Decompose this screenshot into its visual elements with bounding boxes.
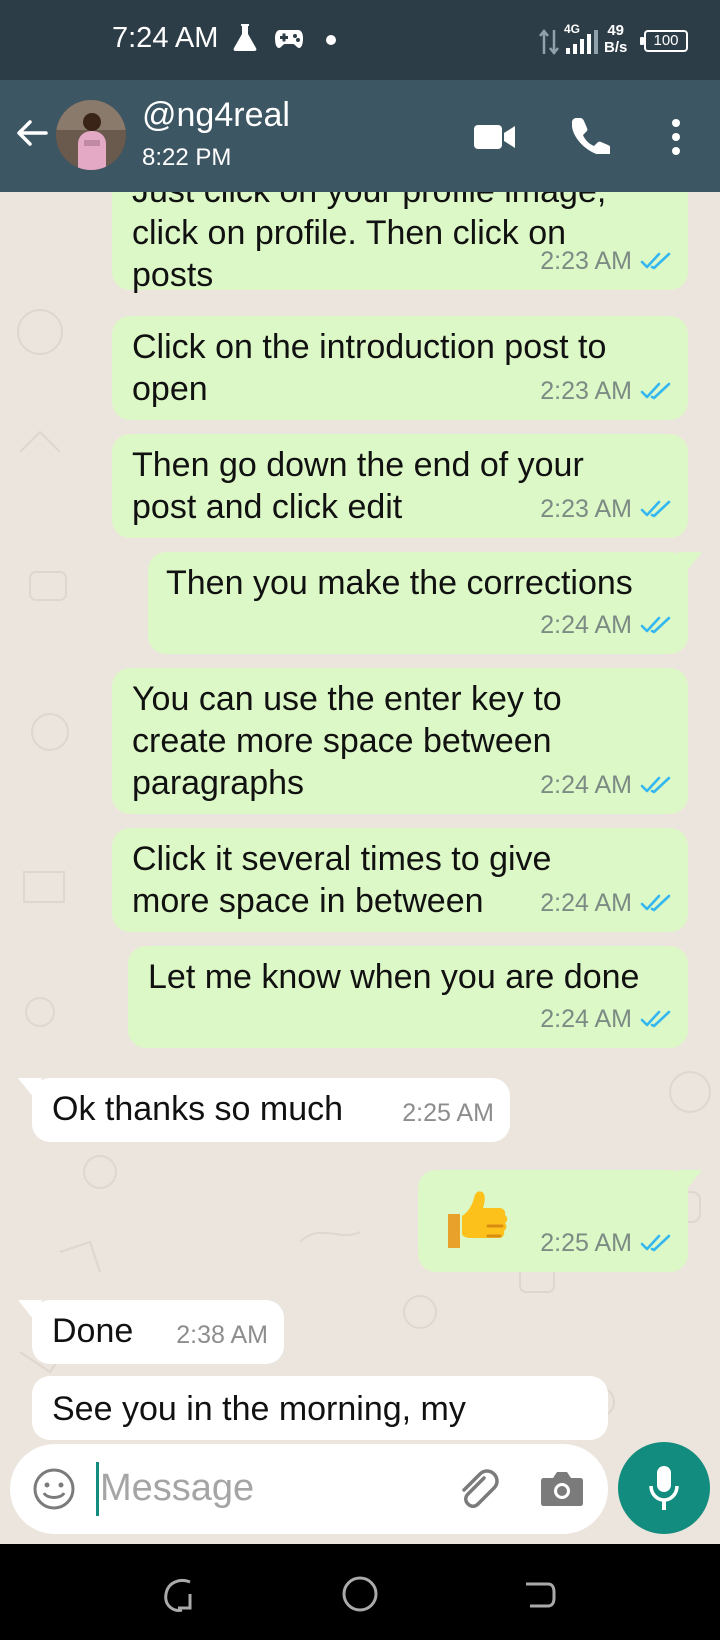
message-emoji	[440, 1182, 530, 1254]
message-meta: 2:25 AM	[402, 1092, 494, 1134]
read-ticks-icon	[640, 252, 671, 270]
mic-icon	[649, 1466, 679, 1510]
message-time: 2:24 AM	[540, 1005, 632, 1033]
compose-bar	[0, 1442, 720, 1544]
avatar[interactable]	[56, 100, 126, 170]
outgoing-message[interactable]: Then go down the end of your post and cl…	[112, 434, 688, 538]
message-meta: 2:25 AM	[540, 1222, 672, 1264]
status-time: 7:24 AM	[112, 22, 219, 54]
read-ticks-icon	[640, 776, 671, 794]
incoming-message[interactable]: Done 2:38 AM	[18, 1300, 284, 1364]
emoji-icon[interactable]	[32, 1467, 76, 1511]
chat-area[interactable]: Just click on your profile image, click …	[0, 192, 720, 1444]
outgoing-message[interactable]: Click it several times to give more spac…	[112, 828, 688, 932]
message-text: Done	[52, 1312, 134, 1350]
outgoing-message[interactable]: Click on the introduction post to open 2:…	[112, 316, 688, 420]
battery-indicator: 100	[640, 30, 688, 52]
bubble-tail	[18, 1300, 42, 1320]
outgoing-message[interactable]: Then you make the corrections 2:24 AM	[148, 552, 702, 654]
message-meta: 2:24 AM	[540, 764, 672, 806]
message-time: 2:23 AM	[540, 247, 632, 275]
message-time: 2:24 AM	[540, 771, 632, 799]
contact-name[interactable]: @ng4real	[142, 96, 290, 135]
message-input[interactable]	[100, 1458, 410, 1518]
text-cursor	[96, 1462, 99, 1516]
message-text: Ok thanks so much	[52, 1090, 344, 1128]
bubble-tail	[18, 1078, 42, 1098]
message-time: 2:23 AM	[540, 495, 632, 523]
message-time: 2:23 AM	[540, 377, 632, 405]
message-meta: 2:24 AM	[540, 604, 672, 646]
outgoing-message[interactable]: Let me know when you are done 2:24 AM	[128, 946, 688, 1048]
back-arrow-icon[interactable]	[14, 115, 50, 151]
message-meta: 2:38 AM	[176, 1314, 268, 1356]
message-time: 2:38 AM	[176, 1321, 268, 1349]
message-meta: 2:23 AM	[540, 240, 672, 282]
phone-icon[interactable]	[572, 116, 610, 154]
flask-icon	[233, 24, 257, 51]
read-ticks-icon	[640, 1234, 671, 1252]
voice-record-button[interactable]	[618, 1442, 710, 1534]
message-time: 2:24 AM	[540, 611, 632, 639]
message-meta: 2:23 AM	[540, 488, 672, 530]
outgoing-message[interactable]: You can use the enter key to create more…	[112, 668, 688, 814]
signal-icon	[566, 30, 598, 54]
message-meta: 2:23 AM	[540, 370, 672, 412]
message-box[interactable]	[10, 1444, 608, 1534]
read-ticks-icon	[640, 500, 671, 518]
read-ticks-icon	[640, 382, 671, 400]
video-call-icon[interactable]	[474, 122, 516, 152]
chat-header: @ng4real 8:22 PM	[0, 80, 720, 192]
recent-apps-icon[interactable]	[160, 1574, 200, 1614]
message-time: 2:25 AM	[402, 1099, 494, 1127]
message-meta: 2:24 AM	[540, 882, 672, 924]
outgoing-message[interactable]: Just click on your profile image, click …	[112, 192, 688, 294]
system-nav-bar	[0, 1544, 720, 1640]
message-time: 2:25 AM	[540, 1229, 632, 1257]
attach-icon[interactable]	[454, 1466, 500, 1512]
notification-dot-icon	[326, 35, 336, 45]
message-text: Let me know when you are done	[148, 958, 640, 996]
last-seen: 8:22 PM	[142, 144, 232, 171]
thumbs-up-emoji	[448, 1191, 508, 1248]
message-time: 2:24 AM	[540, 889, 632, 917]
network-speed: 49 B/s	[604, 22, 628, 56]
avatar-image	[56, 100, 126, 170]
status-bar: 7:24 AM 4G 49 B/s 100	[0, 0, 720, 80]
camera-icon[interactable]	[540, 1468, 584, 1508]
message-meta: 2:24 AM	[540, 998, 672, 1040]
game-controller-icon	[275, 30, 303, 48]
more-options-icon[interactable]	[666, 118, 686, 156]
back-nav-icon[interactable]	[520, 1574, 560, 1614]
bubble-tail	[678, 1170, 702, 1190]
incoming-message[interactable]: Ok thanks so much 2:25 AM	[18, 1078, 510, 1142]
message-text: Then you make the corrections	[166, 564, 633, 602]
read-ticks-icon	[640, 616, 671, 634]
message-text: See you in the morning, my	[52, 1390, 466, 1428]
incoming-message[interactable]: See you in the morning, my	[32, 1376, 608, 1440]
read-ticks-icon	[640, 894, 671, 912]
bubble-tail	[678, 552, 702, 572]
outgoing-message[interactable]: 2:25 AM	[418, 1170, 702, 1272]
home-icon[interactable]	[340, 1574, 380, 1614]
data-transfer-icon	[539, 28, 559, 56]
read-ticks-icon	[640, 1010, 671, 1028]
